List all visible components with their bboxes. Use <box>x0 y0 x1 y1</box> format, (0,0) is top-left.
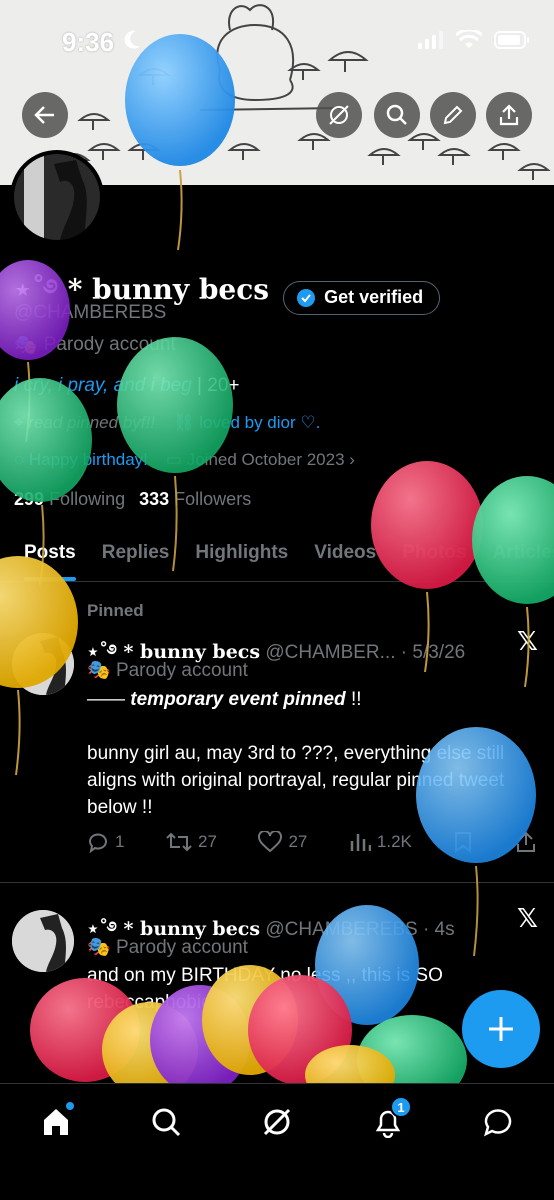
tab-videos[interactable]: Videos <box>314 530 376 581</box>
grok-button[interactable] <box>316 92 362 138</box>
x-logo-icon: 𝕏 <box>517 903 538 933</box>
search-button[interactable] <box>374 92 420 138</box>
following-link[interactable]: 299 Following <box>14 489 125 510</box>
post-avatar[interactable] <box>12 633 74 695</box>
verified-badge-icon <box>297 288 316 307</box>
home-indicator-dot <box>66 1102 74 1110</box>
get-verified-label: Get verified <box>324 287 424 307</box>
search-icon <box>386 104 407 125</box>
post-handle-time: @CHAMBEREBS · 4s <box>260 919 455 940</box>
post-divider <box>0 882 554 883</box>
tab-replies[interactable]: Replies <box>102 530 170 581</box>
like-icon <box>258 831 283 853</box>
search-icon <box>152 1108 181 1137</box>
profile-meta-line2: ◌ Happy birthday! ▭ Joined October 2023 … <box>14 450 355 470</box>
status-bar: 9:36 <box>0 0 554 80</box>
views-button[interactable]: 1.2K <box>349 831 412 853</box>
parody-text: Parody account <box>43 334 176 355</box>
bookmark-button[interactable] <box>453 831 473 853</box>
messages-icon <box>484 1109 512 1137</box>
share-icon <box>516 831 535 852</box>
bio-italic: i cry, i pray, and i beg <box>14 375 192 396</box>
pinned-label: Pinned <box>87 601 144 620</box>
reply-icon <box>89 833 107 853</box>
balloon-icon: ◌ <box>14 450 25 469</box>
parody-label: 🎭 Parody account <box>14 333 176 357</box>
post-handle-time: @CHAMBER... · 5/3/26 <box>260 642 466 663</box>
profile-handle: @CHAMBEREBS <box>14 302 167 323</box>
battery-icon <box>494 31 529 49</box>
moon-icon <box>124 30 140 49</box>
profile-bio: i cry, i pray, and i beg | 20+ <box>14 375 240 397</box>
repost-button[interactable]: 27 <box>166 831 217 853</box>
profile-tabs: Posts Replies Highlights Videos Photos A… <box>0 530 554 582</box>
status-icons <box>418 30 530 50</box>
like-button[interactable]: 27 <box>258 831 307 853</box>
bottom-navigation: 1 <box>0 1083 554 1200</box>
grok-icon <box>263 1108 291 1136</box>
profile-meta-line1: ⌖ read pinned byf!! ⛓ loved by dior ♡. <box>14 413 320 433</box>
pinned-post-line1: —— temporary event pinned !! <box>87 689 362 710</box>
pinned-post-actions: 1 27 27 1.2K <box>87 831 537 853</box>
x-logo-icon: 𝕏 <box>517 626 538 656</box>
location: ⌖ read pinned byf!! <box>14 413 155 432</box>
nav-notifications[interactable]: 1 <box>368 1096 412 1142</box>
post-avatar-photo <box>12 910 74 972</box>
post-avatar[interactable] <box>12 910 74 972</box>
tab-articles[interactable]: Articles <box>493 530 554 581</box>
tab-posts[interactable]: Posts <box>24 530 76 581</box>
pinned-post-body: bunny girl au, may 3rd to ???, everythin… <box>87 743 505 818</box>
pinned-emphasis: temporary event pinned <box>130 689 346 710</box>
back-button[interactable] <box>22 92 68 138</box>
home-icon <box>44 1109 68 1135</box>
followers-link[interactable]: 333 Followers <box>139 489 251 510</box>
nav-messages[interactable] <box>478 1102 518 1142</box>
post-share-button[interactable] <box>515 831 537 853</box>
tab-photos[interactable]: Photos <box>402 530 466 581</box>
grok-icon <box>329 105 349 125</box>
back-arrow-icon <box>34 106 54 124</box>
wifi-icon <box>456 30 482 48</box>
avatar-photo <box>14 154 100 240</box>
notifications-badge: 1 <box>390 1096 412 1118</box>
tab-highlights[interactable]: Highlights <box>195 530 288 581</box>
bio-rest: | 20+ <box>191 375 240 396</box>
profile-name-row: ⋆˚࿔ * bunny becs Get verified <box>14 258 441 337</box>
profile-link[interactable]: ⛓ loved by dior ♡. <box>173 413 320 433</box>
post-avatar-photo <box>12 633 74 695</box>
repost-icon <box>166 832 192 852</box>
share-button[interactable] <box>486 92 532 138</box>
edit-icon <box>443 105 463 125</box>
views-icon <box>350 834 371 851</box>
nav-home[interactable] <box>36 1102 76 1142</box>
parody-mask-icon: 🎭 <box>14 335 38 356</box>
share-icon <box>499 104 519 126</box>
compose-post-button[interactable] <box>462 990 540 1068</box>
signal-icon <box>418 31 443 49</box>
display-name: ⋆˚࿔ * bunny becs <box>14 273 270 306</box>
calendar-icon: ▭ <box>165 450 182 469</box>
joined-date: ▭ Joined October 2023 › <box>165 450 355 469</box>
profile-avatar[interactable] <box>10 150 104 244</box>
profile-screen: 9:36 ⋆˚࿔ * bunny becs Get verified @CHAM… <box>0 0 554 1200</box>
status-time: 9:36 <box>62 27 115 57</box>
reply-button[interactable]: 1 <box>87 831 124 853</box>
nav-grok[interactable] <box>257 1102 297 1142</box>
plus-icon <box>489 1017 513 1041</box>
bookmark-icon <box>455 832 472 853</box>
post-parody-label: 🎭 Parody account <box>87 660 248 681</box>
nav-search[interactable] <box>146 1102 186 1142</box>
post-parody-label: 🎭 Parody account <box>87 937 248 958</box>
edit-button[interactable] <box>430 92 476 138</box>
follow-stats: 299 Following 333 Followers <box>14 489 251 510</box>
get-verified-button[interactable]: Get verified <box>283 280 441 315</box>
birthday[interactable]: ◌ Happy birthday! <box>14 450 148 470</box>
